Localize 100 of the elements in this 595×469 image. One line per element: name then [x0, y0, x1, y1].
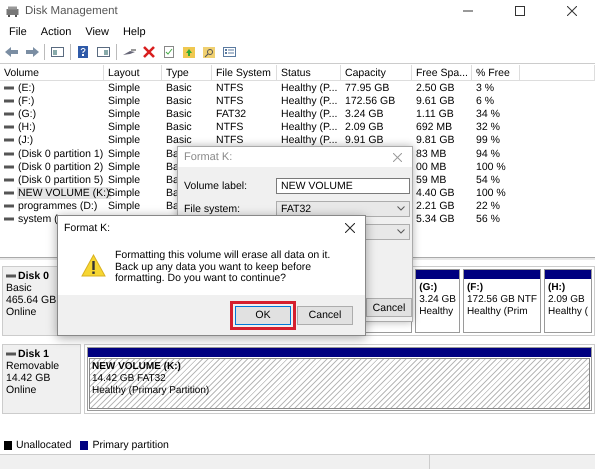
table-cell: Healthy (P...	[281, 134, 338, 146]
column-header[interactable]: % Free	[472, 65, 520, 80]
column-header[interactable]: Type	[162, 65, 212, 80]
column-header[interactable]: Capacity	[341, 65, 412, 80]
table-cell: 00 MB	[416, 160, 446, 173]
table-cell: Healthy (P...	[281, 94, 338, 107]
partition-name: (F:)	[466, 282, 484, 294]
table-cell: 54 %	[476, 174, 500, 186]
partition-name: (G:)	[419, 282, 438, 294]
partition-info: 2.09 GB	[548, 294, 586, 306]
chevron-down-icon	[397, 206, 405, 211]
column-header[interactable]: Free Spa...	[412, 65, 472, 80]
warning-icon	[81, 254, 106, 277]
table-cell[interactable]: (F:)	[17, 94, 36, 107]
disk-info: Online	[6, 384, 38, 396]
table-cell: Simple	[108, 148, 140, 160]
drive-icon	[6, 352, 16, 356]
table-cell: 2.50 GB	[416, 82, 455, 94]
table-cell: NTFS	[216, 121, 244, 134]
forward-arrow-icon[interactable]	[24, 45, 39, 59]
partition-info: Healthy (Primary Partition)	[92, 385, 210, 397]
table-cell: 59 MB	[416, 174, 446, 186]
table-cell: Simple	[108, 160, 140, 173]
properties-icon[interactable]	[222, 45, 237, 59]
column-header[interactable]: Status	[277, 65, 341, 80]
table-cell: 22 %	[476, 200, 500, 212]
partition-block[interactable]: (F:) 172.56 GB NTF Healthy (Prim	[462, 269, 541, 333]
disk-info: 14.42 GB	[6, 372, 52, 384]
table-cell[interactable]: (Disk 0 partition 5)	[17, 174, 104, 186]
table-cell: Simple	[108, 200, 140, 212]
table-cell: Simple	[108, 108, 140, 120]
disk-name: Disk 0	[18, 270, 49, 282]
back-arrow-icon[interactable]	[4, 45, 19, 59]
table-cell: 1.11 GB	[416, 108, 454, 120]
column-header[interactable]: Volume	[0, 65, 104, 80]
table-cell: NTFS	[216, 82, 244, 94]
column-header[interactable]: Layout	[104, 65, 162, 80]
close-icon	[345, 223, 355, 233]
table-cell: 77.95 GB	[345, 82, 390, 94]
help-icon[interactable]	[76, 45, 91, 59]
table-cell[interactable]: programmes (D:)	[17, 200, 98, 212]
table-cell: 4.40 GB	[416, 187, 455, 200]
disk-name: Disk 1	[18, 348, 49, 360]
table-cell[interactable]: (Disk 0 partition 1)	[17, 148, 104, 160]
partition-block[interactable]: (H:) 2.09 GB Healthy (	[544, 269, 592, 333]
disk-info: Removable	[6, 360, 60, 372]
field-label: File system:	[184, 202, 242, 214]
folder-search-icon[interactable]	[202, 45, 217, 59]
table-cell: 99 %	[476, 134, 500, 146]
chevron-down-icon	[397, 229, 405, 234]
dropdown[interactable]: FAT32	[276, 200, 410, 216]
folder-up-icon[interactable]	[182, 45, 197, 59]
menu-item[interactable]: Action	[36, 26, 76, 38]
disk-info: Basic	[6, 282, 33, 294]
table-cell: 3 %	[476, 82, 494, 94]
table-cell: 100 %	[476, 187, 506, 200]
legend-label: Primary partition	[92, 439, 169, 451]
table-cell: Simple	[108, 187, 140, 200]
table-cell: 56 %	[476, 213, 500, 226]
window-title: Disk Management	[25, 5, 118, 17]
table-cell[interactable]: (Disk 0 partition 2)	[17, 160, 104, 173]
dialog-title: Format K:	[64, 222, 112, 234]
panel-icon[interactable]	[50, 45, 65, 59]
maximize-icon	[515, 6, 525, 16]
disk-info: 465.64 GB	[6, 294, 58, 306]
partition-info: 172.56 GB NTF	[466, 294, 537, 306]
partition-info: Healthy (	[548, 306, 588, 318]
panel-icon[interactable]	[96, 45, 111, 59]
table-cell: Simple	[108, 94, 140, 107]
menu-item[interactable]: File	[4, 26, 32, 38]
cancel-button[interactable]: Cancel	[297, 306, 353, 324]
input-field[interactable]: NEW VOLUME	[276, 178, 410, 194]
table-cell[interactable]: (E:)	[17, 82, 36, 94]
menu-item[interactable]: Help	[118, 26, 151, 38]
table-cell: Basic	[166, 121, 192, 134]
table-cell[interactable]: (J:)	[17, 134, 34, 146]
table-cell: 5.34 GB	[416, 213, 455, 226]
delete-icon[interactable]	[142, 45, 157, 59]
dialog-title: Format K:	[184, 151, 234, 163]
table-cell: 100 %	[476, 160, 506, 173]
table-cell: FAT32	[216, 108, 246, 120]
table-cell[interactable]: system (	[17, 213, 59, 226]
column-header[interactable]: File System	[212, 65, 277, 80]
drive-icon	[6, 274, 16, 278]
table-cell: 9.61 GB	[416, 94, 455, 107]
checklist-icon[interactable]	[162, 45, 177, 59]
table-cell: 32 %	[476, 121, 500, 134]
menu-item[interactable]: View	[80, 26, 114, 38]
table-cell: Healthy (P...	[281, 121, 338, 134]
table-cell[interactable]: (G:)	[17, 108, 38, 120]
partition-block[interactable]: NEW VOLUME (K:) 14.42 GB FAT32 Healthy (Primary Partition)	[87, 347, 592, 411]
close-icon	[567, 6, 577, 16]
table-cell: Healthy (P...	[281, 82, 338, 94]
partition-name: (H:)	[548, 282, 566, 294]
cancel-button[interactable]: Cancel	[366, 298, 412, 317]
table-cell: NTFS	[216, 94, 244, 107]
close-icon	[392, 152, 402, 162]
table-cell[interactable]: (H:)	[17, 121, 36, 134]
table-cell: 2.09 GB	[345, 121, 384, 134]
partition-block[interactable]: (G:) 3.24 GB Healthy	[415, 269, 460, 333]
